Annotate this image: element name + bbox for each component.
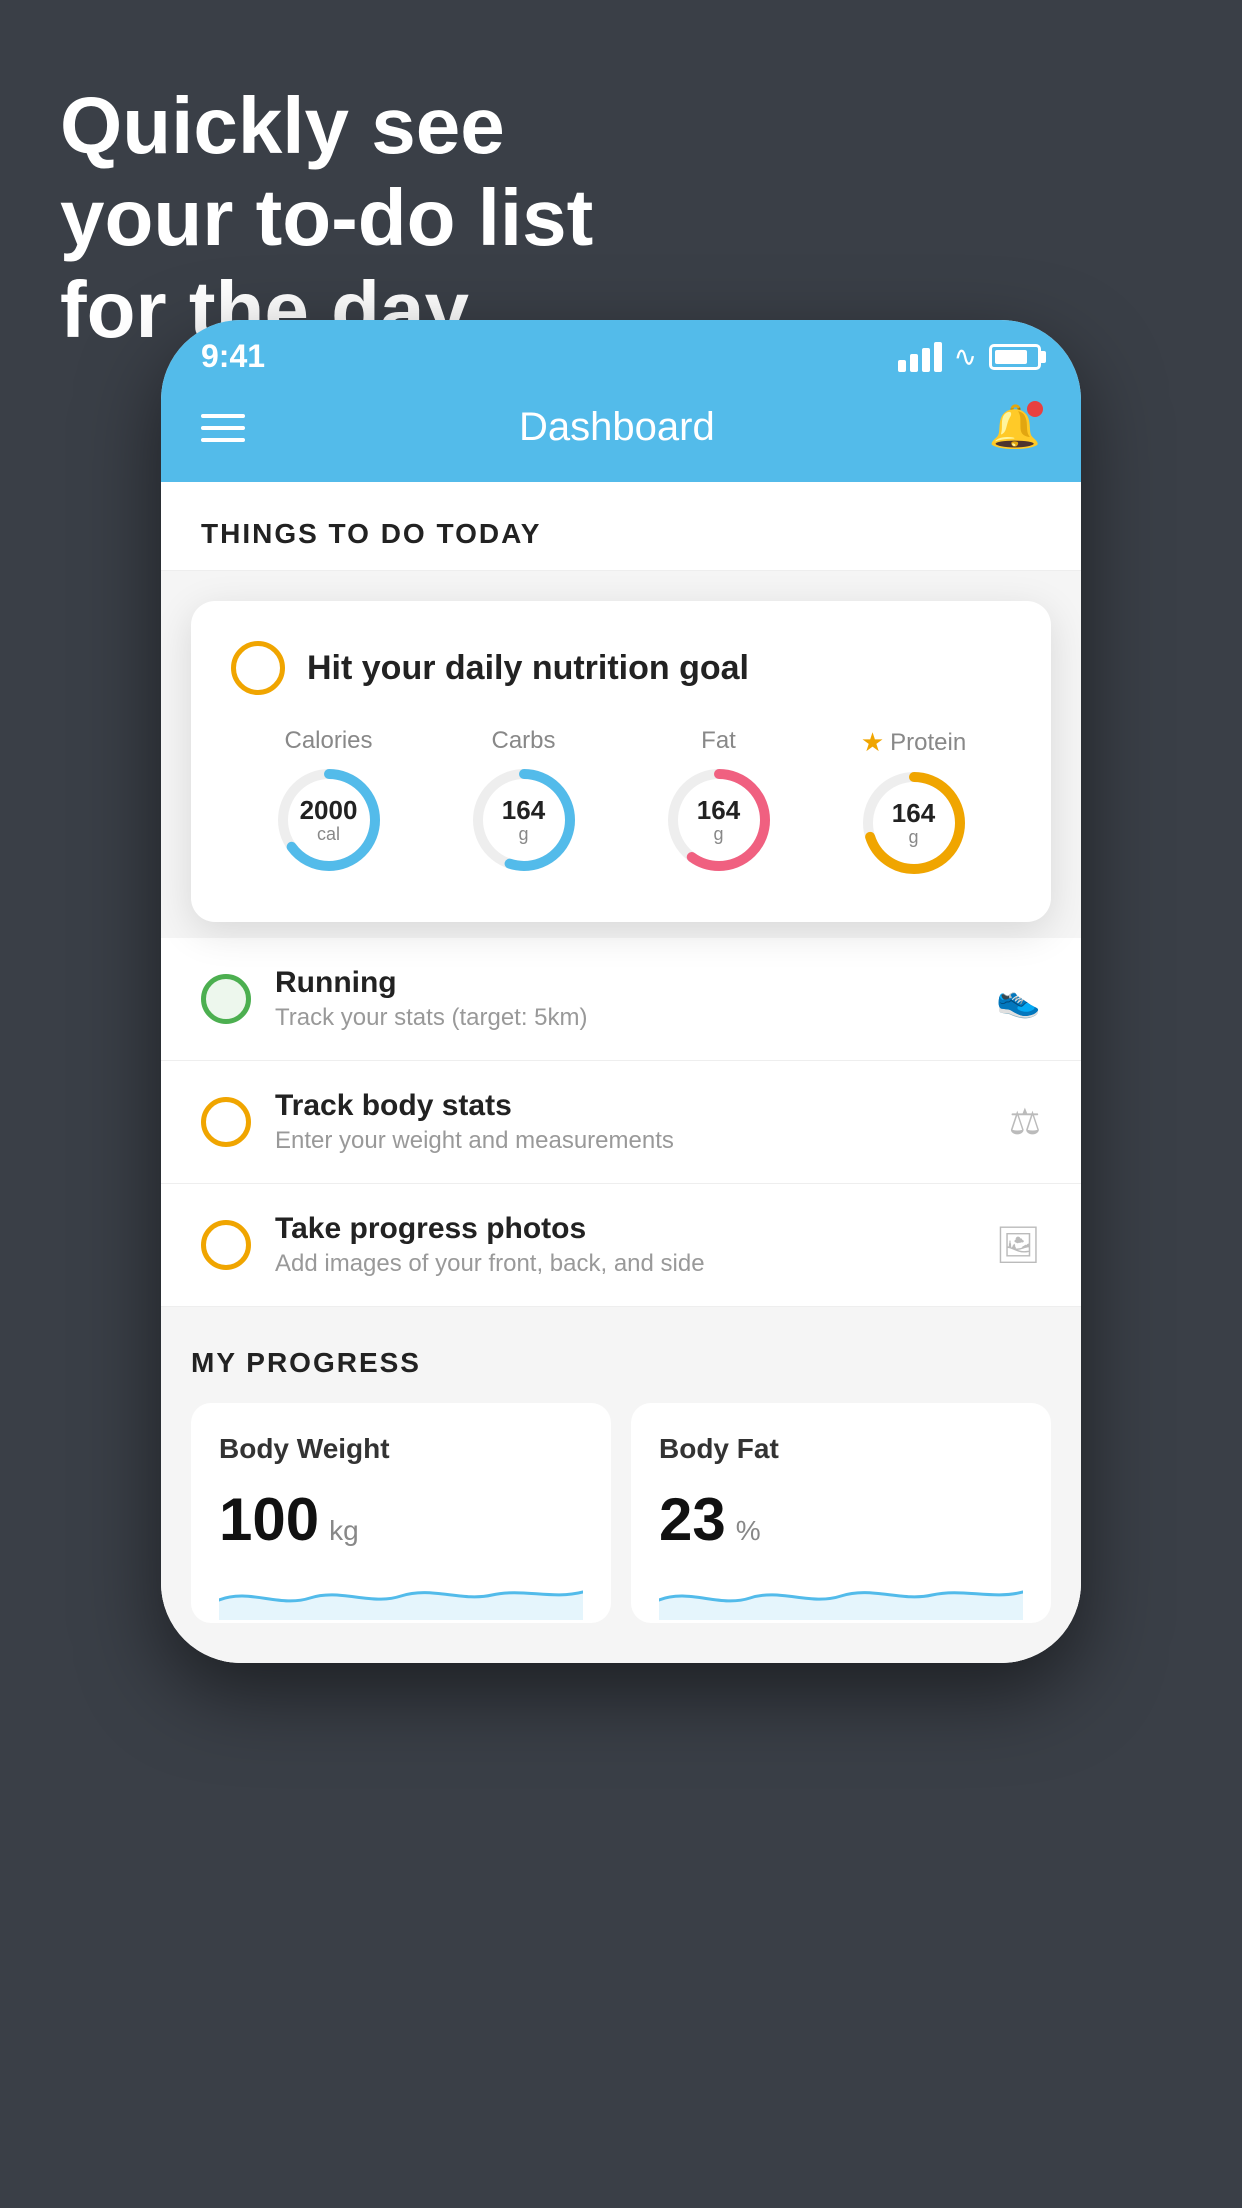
donut-unit: g (502, 824, 545, 844)
todo-item[interactable]: Track body stats Enter your weight and m… (161, 1061, 1081, 1184)
wifi-icon: ∿ (954, 340, 977, 373)
todo-title: Track body stats (275, 1089, 985, 1123)
card-title-row: Hit your daily nutrition goal (231, 641, 1011, 695)
todo-item[interactable]: Running Track your stats (target: 5km) 👟 (161, 938, 1081, 1061)
todo-texts: Take progress photos Add images of your … (275, 1212, 971, 1278)
todo-subtitle: Track your stats (target: 5km) (275, 1004, 972, 1032)
progress-cards: Body Weight 100 kg Body Fat 23 % (191, 1403, 1051, 1623)
nutrition-label: Carbs (491, 727, 555, 755)
progress-card-title: Body Fat (659, 1433, 1023, 1465)
donut-value: 2000 (300, 796, 358, 825)
progress-card-title: Body Weight (219, 1433, 583, 1465)
progress-value-row: 100 kg (219, 1485, 583, 1554)
todo-texts: Running Track your stats (target: 5km) (275, 966, 972, 1032)
todo-action-icon: 👟 (996, 978, 1041, 1020)
todo-texts: Track body stats Enter your weight and m… (275, 1089, 985, 1155)
nutrition-grid: Calories 2000 cal Carbs 164 g Fat 164 g … (231, 727, 1011, 878)
battery-icon (989, 344, 1041, 370)
things-today-header: THINGS TO DO TODAY (161, 482, 1081, 571)
progress-card[interactable]: Body Fat 23 % (631, 1403, 1051, 1623)
donut-value: 164 (892, 799, 935, 828)
notification-badge (1027, 401, 1043, 417)
todo-circle (201, 1220, 251, 1270)
hero-line1: Quickly see (60, 80, 593, 172)
nutrition-label: Calories (284, 727, 372, 755)
progress-value: 100 (219, 1485, 319, 1554)
status-icons: ∿ (898, 340, 1041, 373)
notification-button[interactable]: 🔔 (989, 403, 1041, 452)
nutrition-item: ★Protein 164 g (859, 727, 969, 878)
donut-value: 164 (502, 796, 545, 825)
progress-header: MY PROGRESS (191, 1347, 1051, 1379)
progress-value: 23 (659, 1485, 726, 1554)
donut-unit: g (892, 827, 935, 847)
phone-shell: 9:41 ∿ Dashboard 🔔 THINGS TO DO TODA (161, 320, 1081, 1663)
nutrition-item: Calories 2000 cal (274, 727, 384, 875)
donut-unit: cal (300, 824, 358, 844)
donut-text: 164 g (697, 796, 740, 844)
todo-subtitle: Add images of your front, back, and side (275, 1250, 971, 1278)
nutrition-item: Fat 164 g (664, 727, 774, 875)
todo-subtitle: Enter your weight and measurements (275, 1127, 985, 1155)
signal-icon (898, 342, 942, 372)
app-body: THINGS TO DO TODAY Hit your daily nutrit… (161, 482, 1081, 1663)
donut-chart: 164 g (859, 768, 969, 878)
todo-circle (201, 974, 251, 1024)
donut-value: 164 (697, 796, 740, 825)
todo-action-icon: 🖼 (995, 1224, 1041, 1266)
hero-line2: your to-do list (60, 172, 593, 264)
progress-chart (219, 1570, 583, 1620)
nutrition-card-title: Hit your daily nutrition goal (307, 649, 749, 688)
todo-item[interactable]: Take progress photos Add images of your … (161, 1184, 1081, 1307)
nutrition-card: Hit your daily nutrition goal Calories 2… (191, 601, 1051, 922)
todo-title: Running (275, 966, 972, 1000)
nutrition-item: Carbs 164 g (469, 727, 579, 875)
nav-title: Dashboard (519, 405, 715, 450)
hero-text: Quickly see your to-do list for the day. (60, 80, 593, 356)
progress-chart (659, 1570, 1023, 1620)
donut-text: 2000 cal (300, 796, 358, 844)
donut-unit: g (697, 824, 740, 844)
progress-card[interactable]: Body Weight 100 kg (191, 1403, 611, 1623)
donut-chart: 2000 cal (274, 765, 384, 875)
donut-chart: 164 g (664, 765, 774, 875)
donut-text: 164 g (892, 799, 935, 847)
progress-unit: % (736, 1515, 761, 1547)
status-time: 9:41 (201, 338, 265, 375)
progress-value-row: 23 % (659, 1485, 1023, 1554)
status-bar: 9:41 ∿ (161, 320, 1081, 385)
todo-action-icon: ⚖ (1009, 1101, 1041, 1143)
star-icon: ★ (861, 727, 884, 758)
nutrition-label: ★Protein (861, 727, 966, 758)
todo-title: Take progress photos (275, 1212, 971, 1246)
nav-bar: Dashboard 🔔 (161, 385, 1081, 482)
progress-section: MY PROGRESS Body Weight 100 kg Body Fat … (161, 1307, 1081, 1663)
progress-unit: kg (329, 1515, 359, 1547)
todo-list: Running Track your stats (target: 5km) 👟… (161, 938, 1081, 1307)
donut-chart: 164 g (469, 765, 579, 875)
todo-circle (201, 1097, 251, 1147)
nutrition-check-circle[interactable] (231, 641, 285, 695)
nutrition-label: Fat (701, 727, 736, 755)
donut-text: 164 g (502, 796, 545, 844)
menu-button[interactable] (201, 414, 245, 442)
